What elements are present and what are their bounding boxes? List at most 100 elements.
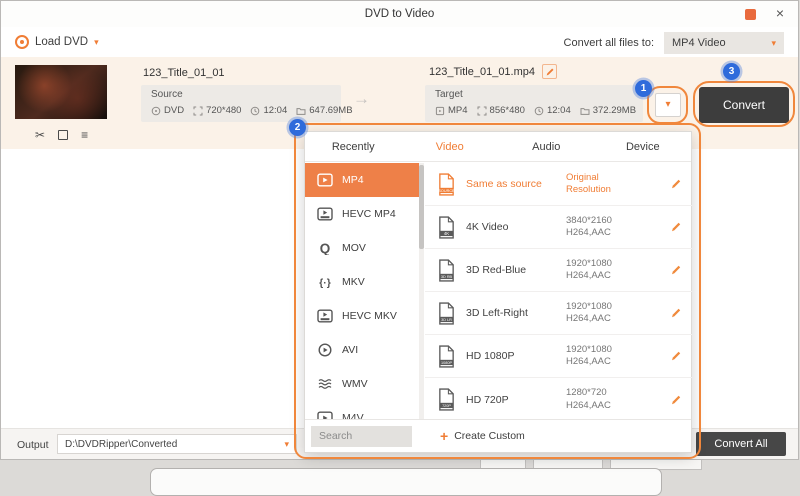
create-custom-button[interactable]: + Create Custom [440,429,525,443]
chevron-down-icon: ▾ [771,39,776,48]
format-item-wmv[interactable]: WMV [305,367,419,401]
source-info-box: Source DVD 720*480 12:04 647.69MB [141,85,341,122]
annotation-badge-3: 3 [723,63,740,80]
trim-scissors-icon[interactable]: ✂ [35,129,45,141]
format-list: MP4 HEVC MP4 Q MOV {·} MKV HEVC MKV AVI [305,163,419,421]
preset-name: 3D Red-Blue [466,264,556,276]
tab-device[interactable]: Device [595,132,692,161]
edit-preset-icon[interactable] [670,394,682,406]
preset-3d-red-blue[interactable]: 3D RB 3D Red-Blue 1920*1080H264,AAC [425,249,692,292]
preset-name: 3D Left-Right [466,307,556,319]
format-item-hevc-mkv[interactable]: HEVC MKV [305,299,419,333]
svg-text:Q: Q [320,241,331,255]
target-info-box: Target MP4 856*480 12:04 372.29MB [425,85,643,122]
dvd-disc-icon [15,35,29,49]
effects-adjust-icon[interactable]: ≡ [81,129,88,141]
source-label: Source [151,89,183,100]
target-format-dropdown-button[interactable]: ▾ [655,93,681,117]
close-icon[interactable]: × [776,5,784,21]
tab-recently[interactable]: Recently [305,132,402,161]
convert-button[interactable]: Convert [699,87,789,123]
target-filename-row: 123_Title_01_01.mp4 [429,64,557,79]
preset-4k-video[interactable]: 4K 4K Video 3840*2160H264,AAC [425,206,692,249]
mov-format-icon: Q [317,241,333,255]
target-duration: 12:04 [534,105,571,116]
format-label: MKV [342,276,365,288]
clock-icon [250,106,260,116]
svg-text:1080P: 1080P [441,360,452,364]
target-resolution: 856*480 [477,105,525,116]
disc-icon [151,106,161,116]
svg-text:SOURCE: SOURCE [438,188,455,192]
svg-text:4K: 4K [444,230,449,235]
crop-icon[interactable] [58,130,68,140]
video-file-icon [435,106,445,116]
chevron-down-icon: ▾ [94,38,99,47]
wmv-format-icon [317,377,333,391]
format-item-mp4[interactable]: MP4 [305,163,419,197]
resolution-icon [193,106,203,116]
format-list-scrollbar[interactable] [419,163,424,421]
format-item-mov[interactable]: Q MOV [305,231,419,265]
format-dropdown-panel: Recently Video Audio Device MP4 HEVC MP4… [304,131,692,453]
hevc-mkv-format-icon [317,309,333,323]
svg-text:3D RB: 3D RB [441,274,453,278]
preset-file-icon: 4K [437,216,456,239]
folder-icon [296,106,306,116]
format-label: MOV [342,242,366,254]
format-item-m4v[interactable]: M4V [305,401,419,421]
preset-list: SOURCE Same as source Original Resolutio… [425,163,692,421]
source-size: 647.69MB [296,105,352,116]
edit-preset-icon[interactable] [670,307,682,319]
mkv-format-icon: {·} [317,275,333,289]
preset-specs: 1920*1080H264,AAC [566,258,644,283]
output-format-select[interactable]: MP4 Video ▾ [664,32,784,54]
preset-name: HD 1080P [466,350,556,362]
preset-specs: Original Resolution [566,172,644,197]
edit-preset-icon[interactable] [670,221,682,233]
tab-video[interactable]: Video [402,132,499,161]
preset-3d-left-right[interactable]: 3D LR 3D Left-Right 1920*1080H264,AAC [425,292,692,335]
hevc-mp4-format-icon [317,207,333,221]
tab-audio[interactable]: Audio [498,132,595,161]
preset-file-icon: SOURCE [437,173,456,196]
folder-icon [580,106,590,116]
search-input[interactable]: Search [311,426,412,447]
load-dvd-label: Load DVD [35,36,88,48]
create-custom-label: Create Custom [454,430,525,442]
preset-same-as-source[interactable]: SOURCE Same as source Original Resolutio… [425,163,692,206]
edit-preset-icon[interactable] [670,178,682,190]
output-format-value: MP4 Video [672,37,726,49]
svg-text:720P: 720P [442,404,451,408]
scrollbar-thumb[interactable] [419,165,424,249]
panel-bottom-bar: Search + Create Custom [305,419,691,452]
load-dvd-button[interactable]: Load DVD ▾ [15,35,99,49]
edit-preset-icon[interactable] [670,350,682,362]
resolution-icon [477,106,487,116]
rename-edit-icon[interactable] [542,64,557,79]
preset-hd-720p[interactable]: 720P HD 720P 1280*720H264,AAC [425,378,692,421]
preset-name: HD 720P [466,394,556,406]
chevron-down-icon: ▾ [284,440,289,449]
convert-all-button[interactable]: Convert All [696,432,786,456]
convert-all-files-to: Convert all files to: MP4 Video ▾ [564,32,784,54]
target-size: 372.29MB [580,105,636,116]
source-duration: 12:04 [250,105,287,116]
output-path-select[interactable]: D:\DVDRipper\Converted ▾ [57,434,297,454]
preset-file-icon: 1080P [437,345,456,368]
format-label: AVI [342,344,358,356]
edit-preset-icon[interactable] [670,264,682,276]
svg-text:{·}: {·} [319,277,331,289]
preset-hd-1080p[interactable]: 1080P HD 1080P 1920*1080H264,AAC [425,335,692,378]
minimize-icon[interactable] [745,9,756,20]
mp4-format-icon [317,173,333,187]
edit-tools: ✂ ≡ [35,129,88,141]
preset-file-icon: 720P [437,388,456,411]
format-item-avi[interactable]: AVI [305,333,419,367]
format-item-mkv[interactable]: {·} MKV [305,265,419,299]
format-item-hevc-mp4[interactable]: HEVC MP4 [305,197,419,231]
plus-icon: + [440,429,448,443]
preset-specs: 1920*1080H264,AAC [566,301,644,326]
source-to-target-arrow-icon: → [353,89,370,109]
video-thumbnail[interactable] [15,65,107,119]
